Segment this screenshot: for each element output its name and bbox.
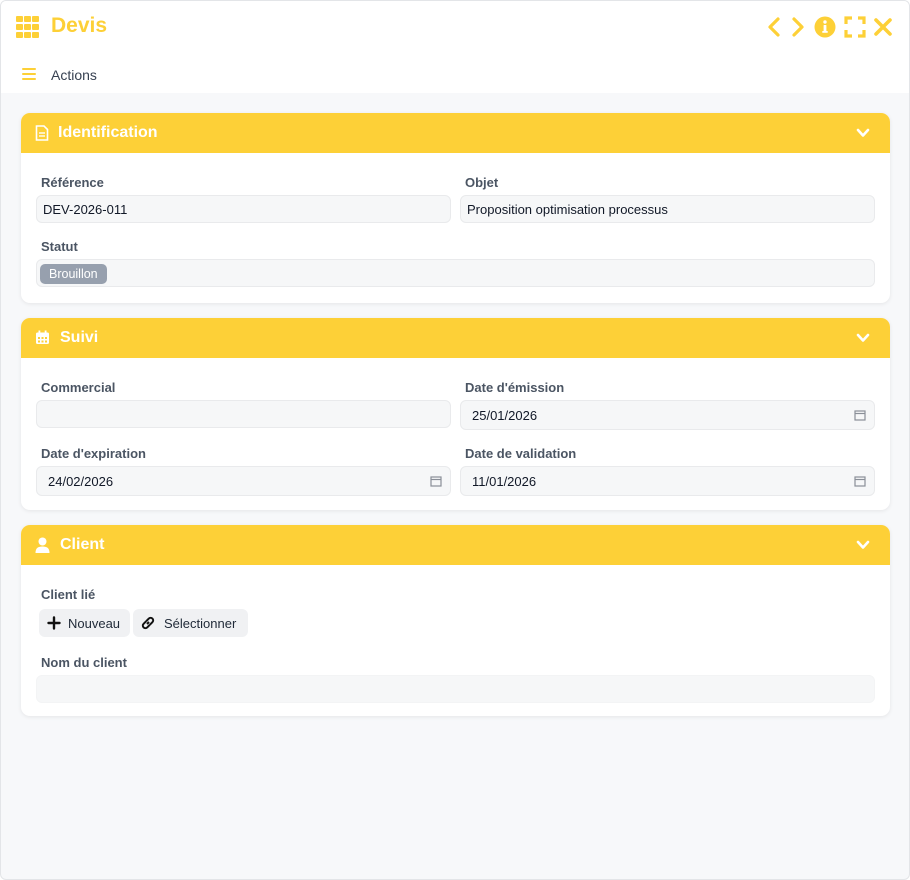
selectionner-label: Sélectionner (164, 616, 237, 631)
info-icon[interactable] (814, 16, 836, 38)
client-title: Client (60, 536, 105, 553)
toolbar: Actions (1, 53, 909, 93)
commercial-label: Commercial (41, 380, 116, 395)
calendar-icon[interactable] (854, 409, 866, 421)
selectionner-button[interactable]: Sélectionner (133, 609, 248, 637)
chevron-down-icon[interactable] (856, 538, 870, 552)
suivi-card: Suivi Commercial Date d'émission 25/01/2… (21, 318, 890, 510)
link-icon (141, 616, 155, 630)
reference-field[interactable]: DEV-2026-011 (36, 195, 451, 223)
suivi-title: Suivi (60, 329, 99, 346)
date-emission-value: 25/01/2026 (472, 408, 538, 423)
calendar-icon (35, 330, 51, 346)
document-icon (35, 125, 51, 141)
client-lie-label: Client lié (41, 587, 96, 602)
nouveau-button[interactable]: Nouveau (39, 609, 130, 637)
actions-menu[interactable]: Actions (51, 67, 97, 83)
chevron-left-icon[interactable] (764, 16, 786, 38)
close-icon[interactable] (872, 16, 894, 38)
identification-card: Identification Référence DEV-2026-011 Ob… (21, 113, 890, 303)
chevron-down-icon[interactable] (856, 126, 870, 140)
date-emission-field[interactable]: 25/01/2026 (460, 400, 875, 430)
date-expiration-field[interactable]: 24/02/2026 (36, 466, 451, 496)
identification-header[interactable]: Identification (21, 113, 890, 153)
statut-field[interactable]: Brouillon (36, 259, 875, 287)
date-expiration-value: 24/02/2026 (48, 474, 114, 489)
date-validation-field[interactable]: 11/01/2026 (460, 466, 875, 496)
title-bar: Devis (1, 1, 909, 53)
chevron-down-icon[interactable] (856, 331, 870, 345)
statut-label: Statut (41, 239, 78, 254)
client-header[interactable]: Client (21, 525, 890, 565)
objet-label: Objet (465, 175, 499, 190)
client-card: Client Client lié Nouveau Sélectionner N… (21, 525, 890, 716)
user-icon (35, 537, 51, 553)
date-emission-label: Date d'émission (465, 380, 565, 395)
suivi-header[interactable]: Suivi (21, 318, 890, 358)
status-badge: Brouillon (40, 264, 107, 284)
window-title: Devis (51, 14, 108, 37)
reference-label: Référence (41, 175, 104, 190)
commercial-field[interactable] (36, 400, 451, 428)
plus-icon (47, 616, 61, 630)
apps-grid-icon (16, 16, 40, 38)
date-validation-value: 11/01/2026 (472, 474, 537, 489)
calendar-icon[interactable] (430, 475, 442, 487)
devis-window: Devis Actions Identification Référence D… (0, 0, 910, 880)
nom-client-label: Nom du client (41, 655, 127, 670)
objet-field[interactable]: Proposition optimisation processus (460, 195, 875, 223)
identification-title: Identification (58, 124, 158, 141)
nouveau-label: Nouveau (68, 616, 121, 631)
calendar-icon[interactable] (854, 475, 866, 487)
date-expiration-label: Date d'expiration (41, 446, 146, 461)
hamburger-menu-icon[interactable] (22, 68, 36, 80)
date-validation-label: Date de validation (465, 446, 577, 461)
nom-client-field[interactable] (36, 675, 875, 703)
fullscreen-icon[interactable] (844, 16, 866, 38)
chevron-right-icon[interactable] (787, 16, 809, 38)
